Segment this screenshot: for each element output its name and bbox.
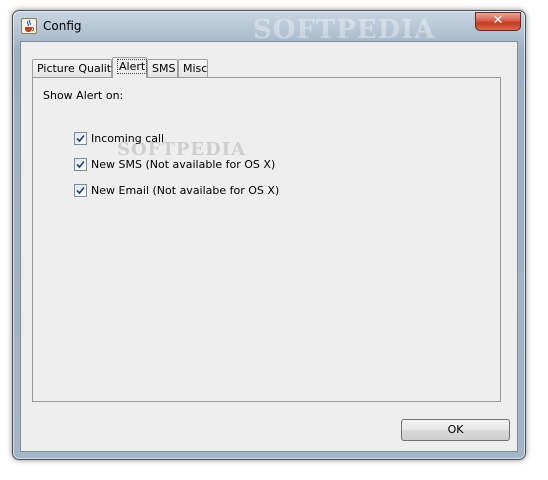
checkbox-label: New SMS (Not available for OS X) <box>91 157 276 171</box>
title-bar[interactable]: Config SOFTPEDIA ✕ <box>13 11 525 45</box>
tab-alert[interactable]: Alert <box>112 57 148 78</box>
close-button[interactable]: ✕ <box>475 12 521 31</box>
tab-sms[interactable]: SMS <box>147 59 178 77</box>
dialog-content: Picture Quality Alert SMS Misc Show Aler… <box>20 41 518 452</box>
new-sms-checkbox[interactable] <box>74 157 87 171</box>
checkbox-label: New Email (Not availabe for OS X) <box>91 183 280 197</box>
window-title: Config <box>43 19 82 33</box>
tab-label: Alert <box>117 59 148 74</box>
checkmark-icon <box>76 160 85 168</box>
tab-label: Picture Quality <box>37 62 118 75</box>
new-sms-option[interactable]: New SMS (Not available for OS X) <box>74 157 275 171</box>
incoming-call-checkbox[interactable] <box>74 131 87 145</box>
tab-misc[interactable]: Misc <box>178 59 208 77</box>
checkmark-icon <box>76 134 85 142</box>
incoming-call-option[interactable]: Incoming call <box>74 131 164 145</box>
java-cup-icon <box>21 18 37 34</box>
config-dialog: Config SOFTPEDIA ✕ Picture Quality Alert… <box>12 10 526 460</box>
show-alert-heading: Show Alert on: <box>43 89 124 102</box>
new-email-option[interactable]: New Email (Not availabe for OS X) <box>74 183 279 197</box>
checkbox-label: Incoming call <box>91 131 165 145</box>
ok-button[interactable]: OK <box>401 419 510 441</box>
tab-label: Misc <box>183 62 208 75</box>
alert-tab-panel: Show Alert on: SOFTPEDIA Incoming call N… <box>32 77 501 402</box>
new-email-checkbox[interactable] <box>74 183 87 197</box>
tab-picture-quality[interactable]: Picture Quality <box>32 59 118 77</box>
checkmark-icon <box>76 186 85 194</box>
tab-label: SMS <box>152 62 176 75</box>
